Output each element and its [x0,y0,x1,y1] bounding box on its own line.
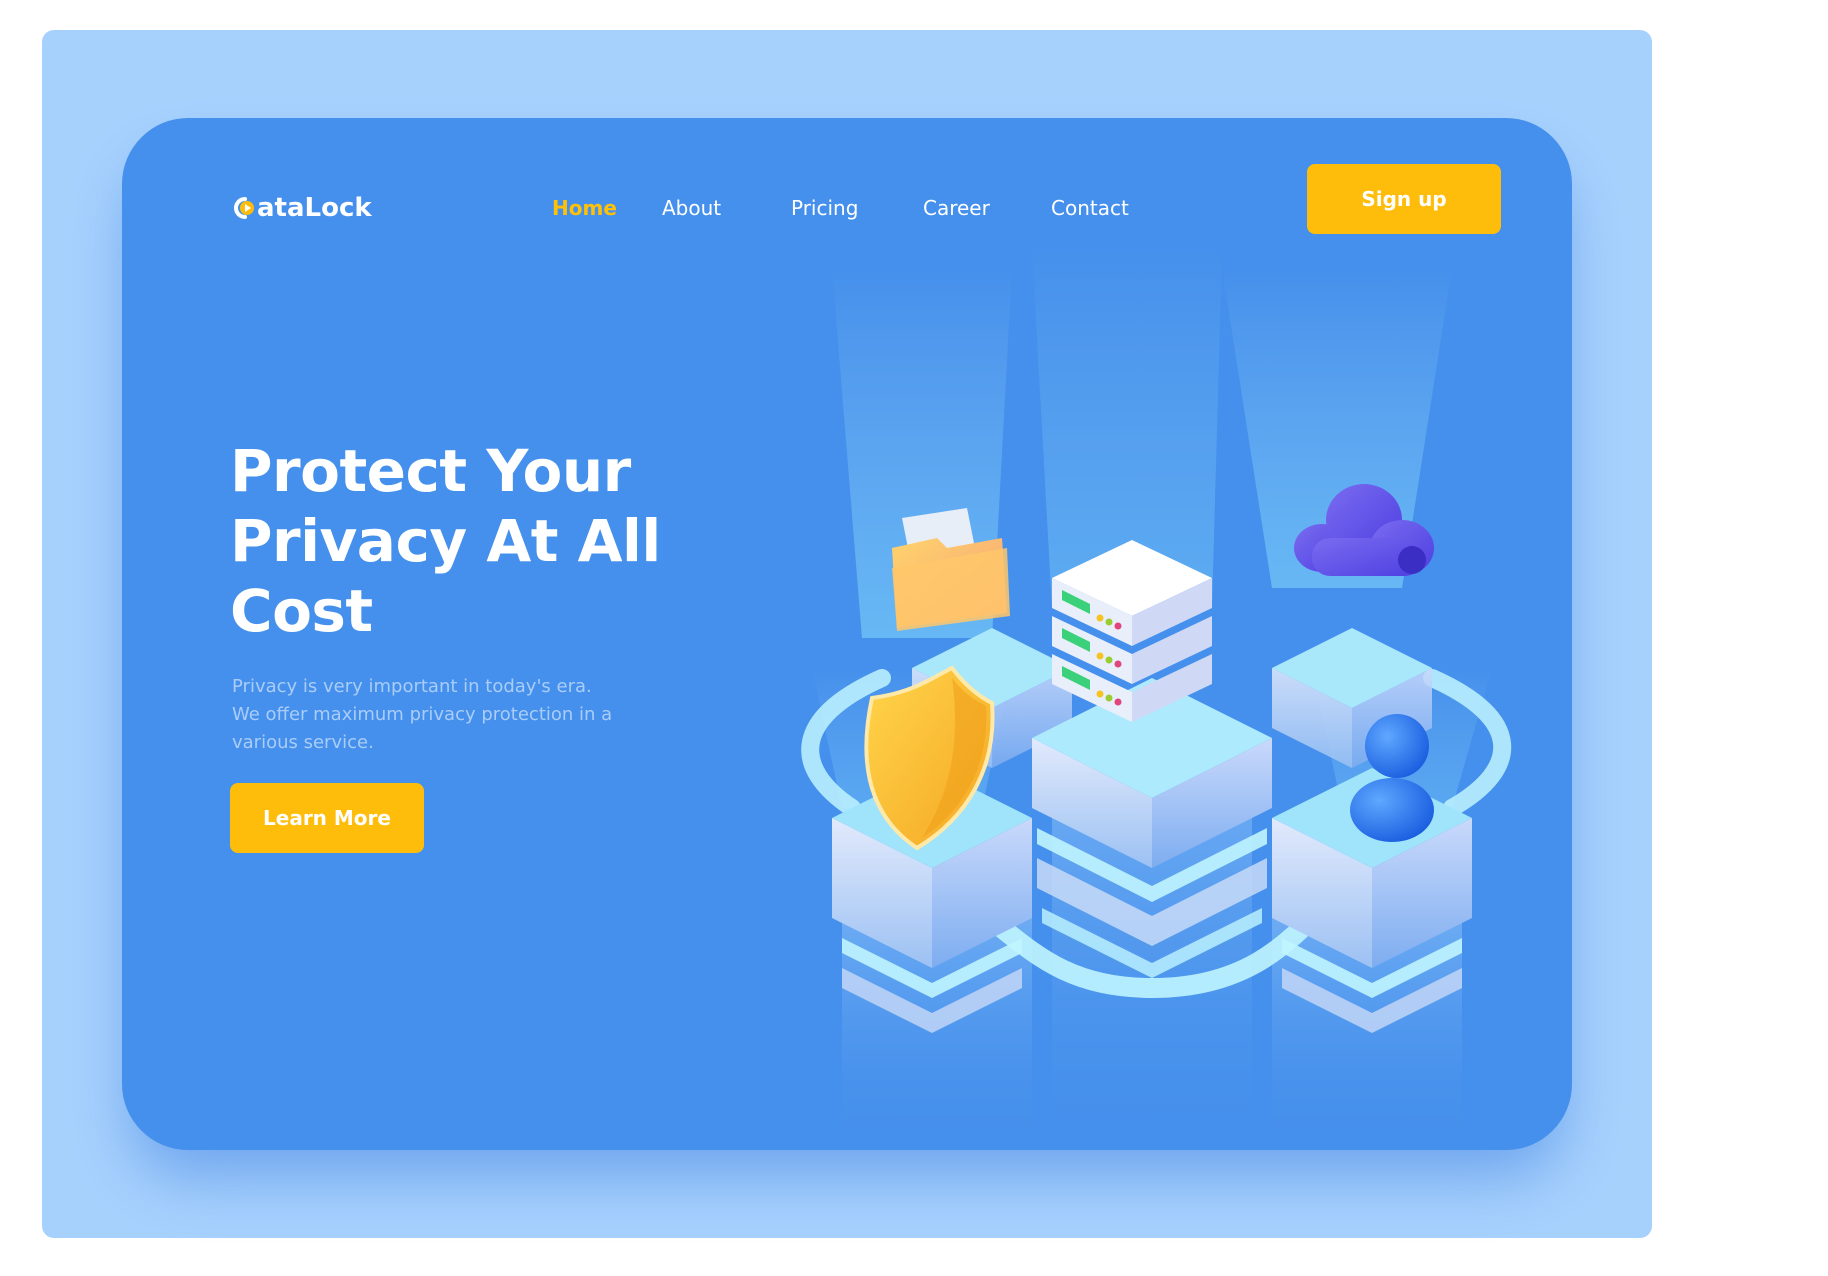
description-line: Privacy is very important in today's era… [232,676,592,697]
headline-line: Cost [230,577,373,645]
headline-line: Privacy At All [230,507,661,575]
nav-home[interactable]: Home [552,188,617,228]
nav-about[interactable]: About [662,188,721,228]
signup-button[interactable]: Sign up [1307,164,1501,234]
server-icon [1052,540,1212,722]
hero-description: Privacy is very important in today's era… [232,673,662,757]
outer-panel: ataLock Home About Pricing Career Contac… [42,30,1652,1238]
nav-pricing[interactable]: Pricing [791,188,858,228]
brand-mark-icon [230,195,256,221]
description-line: We offer maximum privacy protection in a [232,704,613,725]
hero-illustration [801,248,1512,1150]
hero-card: ataLock Home About Pricing Career Contac… [122,118,1572,1150]
nav-contact[interactable]: Contact [1051,188,1129,228]
hero-headline: Protect Your Privacy At All Cost [230,436,750,646]
headline-line: Protect Your [230,437,631,505]
description-line: various service. [232,732,374,753]
brand-logo[interactable]: ataLock [230,188,372,228]
nav-career[interactable]: Career [923,188,990,228]
learn-more-button[interactable]: Learn More [230,783,424,853]
brand-name: ataLock [257,193,372,223]
